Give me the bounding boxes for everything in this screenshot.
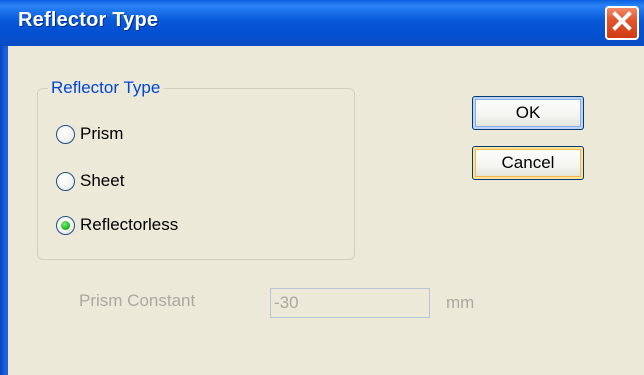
close-button[interactable] bbox=[605, 6, 639, 40]
radio-sheet[interactable]: Sheet bbox=[56, 170, 124, 192]
radio-button-prism[interactable] bbox=[56, 124, 75, 144]
radio-prism[interactable]: Prism bbox=[56, 123, 123, 145]
prism-constant-input[interactable] bbox=[270, 288, 430, 318]
cancel-button[interactable]: Cancel bbox=[472, 146, 584, 180]
prism-constant-label: Prism Constant bbox=[79, 291, 196, 310]
close-icon bbox=[611, 10, 633, 37]
groupbox-title: Reflector Type bbox=[48, 78, 164, 98]
radio-reflectorless[interactable]: Reflectorless bbox=[56, 214, 178, 236]
reflector-type-dialog: Reflector Type Reflector Type Prism Shee… bbox=[0, 0, 644, 375]
radio-label-prism[interactable]: Prism bbox=[80, 124, 123, 144]
window-frame-left bbox=[0, 46, 8, 375]
title-bar[interactable]: Reflector Type bbox=[0, 0, 644, 46]
radio-label-sheet[interactable]: Sheet bbox=[80, 171, 124, 191]
ok-button[interactable]: OK bbox=[472, 96, 584, 130]
radio-label-reflectorless[interactable]: Reflectorless bbox=[80, 215, 178, 235]
radio-button-sheet[interactable] bbox=[56, 171, 75, 191]
window-title: Reflector Type bbox=[18, 9, 159, 31]
radio-button-reflectorless[interactable] bbox=[56, 215, 75, 235]
prism-constant-unit: mm bbox=[446, 293, 475, 312]
